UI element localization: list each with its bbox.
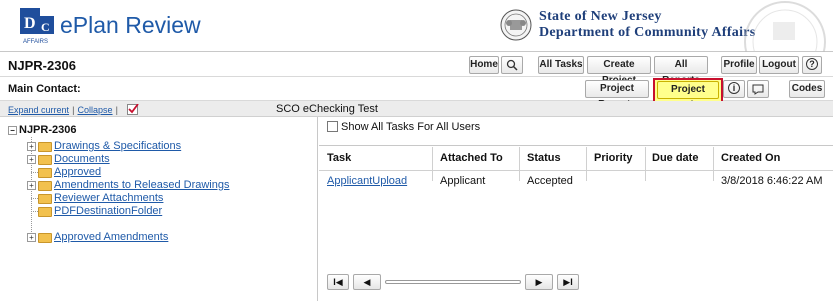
tree-item[interactable]: Drawings & Specifications <box>54 140 181 153</box>
folder-icon <box>38 181 52 191</box>
logout-button[interactable]: Logout <box>759 56 799 74</box>
tree-item[interactable]: Documents <box>54 153 110 166</box>
dca-logo: D C AFFAIRS <box>18 6 58 46</box>
project-name-label: SCO eChecking Test <box>276 103 378 115</box>
show-all-checkbox[interactable] <box>327 121 338 132</box>
column-header-priority[interactable]: Priority <box>594 152 633 164</box>
show-all-tasks[interactable]: Show All Tasks For All Users <box>327 121 480 133</box>
help-button[interactable]: ? <box>802 56 822 74</box>
next-page-button[interactable]: ▶ <box>525 274 553 290</box>
help-icon: ? <box>806 58 818 70</box>
expand-icon[interactable]: + <box>27 233 36 242</box>
folder-tree: − NJPR-2306 + Drawings & Specifications +… <box>0 117 318 301</box>
column-header-status[interactable]: Status <box>527 152 561 164</box>
project-reports-button[interactable]: Project Reports <box>585 80 649 110</box>
comment-icon <box>752 84 764 95</box>
info-button[interactable]: i <box>723 80 745 98</box>
collapse-link[interactable]: Collapse <box>78 105 113 115</box>
all-tasks-button[interactable]: All Tasks <box>538 56 584 74</box>
checkmark-icon[interactable] <box>127 103 139 115</box>
column-header-due-date[interactable]: Due date <box>652 152 698 164</box>
collapse-icon[interactable]: − <box>8 126 17 135</box>
codes-button[interactable]: Codes <box>789 80 825 98</box>
main-contact-label: Main Contact: <box>8 83 81 95</box>
tree-item[interactable]: Amendments to Released Drawings <box>54 179 229 192</box>
first-page-button[interactable]: I◀ <box>327 274 349 290</box>
search-button[interactable] <box>501 56 523 74</box>
column-header-attached-to[interactable]: Attached To <box>440 152 503 164</box>
expand-icon[interactable]: + <box>27 142 36 151</box>
cell-attached-to: Applicant <box>440 175 486 187</box>
info-icon: i <box>728 82 740 94</box>
nj-seal-icon <box>500 9 532 41</box>
department-name: Department of Community Affairs <box>539 25 756 40</box>
tree-item[interactable]: Approved Amendments <box>54 231 168 244</box>
project-code: NJPR-2306 <box>8 58 76 73</box>
expand-current-link[interactable]: Expand current <box>8 105 69 115</box>
table-row[interactable]: ApplicantUpload <box>327 175 407 187</box>
page-slider[interactable] <box>385 280 521 284</box>
tree-item[interactable]: Reviewer Attachments <box>54 192 163 205</box>
column-divider <box>519 147 520 181</box>
column-divider <box>645 147 646 181</box>
column-divider <box>713 147 714 181</box>
all-reports-button[interactable]: All Reports <box>654 56 708 86</box>
state-name: State of New Jersey <box>539 9 662 24</box>
project-tasks-button[interactable]: Project Tasks <box>657 81 719 111</box>
column-divider <box>432 147 433 181</box>
prev-page-button[interactable]: ◀ <box>353 274 381 290</box>
tree-controls-bar: Expand current | Collapse | SCO eCheckin… <box>0 101 833 117</box>
tree-guide <box>31 198 38 199</box>
profile-button[interactable]: Profile <box>721 56 757 74</box>
search-icon <box>506 59 518 71</box>
tree-root[interactable]: − NJPR-2306 <box>8 124 76 136</box>
separator: | <box>115 105 118 115</box>
show-all-label: Show All Tasks For All Users <box>341 121 481 133</box>
svg-text:C: C <box>41 20 50 34</box>
tasks-panel: Show All Tasks For All Users Task Attach… <box>319 117 833 301</box>
home-button[interactable]: Home <box>469 56 499 74</box>
app-title: ePlan Review <box>60 12 201 38</box>
comment-button[interactable] <box>747 80 769 98</box>
expand-icon[interactable]: + <box>27 181 36 190</box>
folder-icon <box>38 155 52 165</box>
tree-item[interactable]: Approved <box>54 166 101 179</box>
task-link[interactable]: ApplicantUpload <box>327 175 407 187</box>
app-header: D C AFFAIRS ePlan Review State of New Je… <box>0 0 833 52</box>
folder-icon <box>38 194 52 204</box>
folder-icon <box>38 233 52 243</box>
folder-icon <box>38 168 52 178</box>
watermark-seal <box>744 1 826 52</box>
expand-icon[interactable]: + <box>27 155 36 164</box>
header-divider <box>319 170 833 171</box>
create-project-button[interactable]: Create Project <box>587 56 651 86</box>
svg-text:D: D <box>24 15 36 32</box>
main-toolbar: NJPR-2306 Home All Tasks Create Project … <box>0 53 833 86</box>
folder-icon <box>38 142 52 152</box>
svg-text:AFFAIRS: AFFAIRS <box>23 39 48 45</box>
tree-guide <box>31 211 38 212</box>
column-header-created-on[interactable]: Created On <box>721 152 780 164</box>
column-header-task[interactable]: Task <box>327 152 351 164</box>
tree-controls: Expand current | Collapse | <box>8 103 139 116</box>
cell-status: Accepted <box>527 175 573 187</box>
tree-guide <box>31 172 38 173</box>
separator: | <box>72 105 75 115</box>
folder-icon <box>38 207 52 217</box>
tree-item[interactable]: PDFDestinationFolder <box>54 205 162 218</box>
last-page-button[interactable]: ▶I <box>557 274 579 290</box>
column-divider <box>586 147 587 181</box>
cell-created-on: 3/8/2018 6:46:22 AM <box>721 175 823 187</box>
